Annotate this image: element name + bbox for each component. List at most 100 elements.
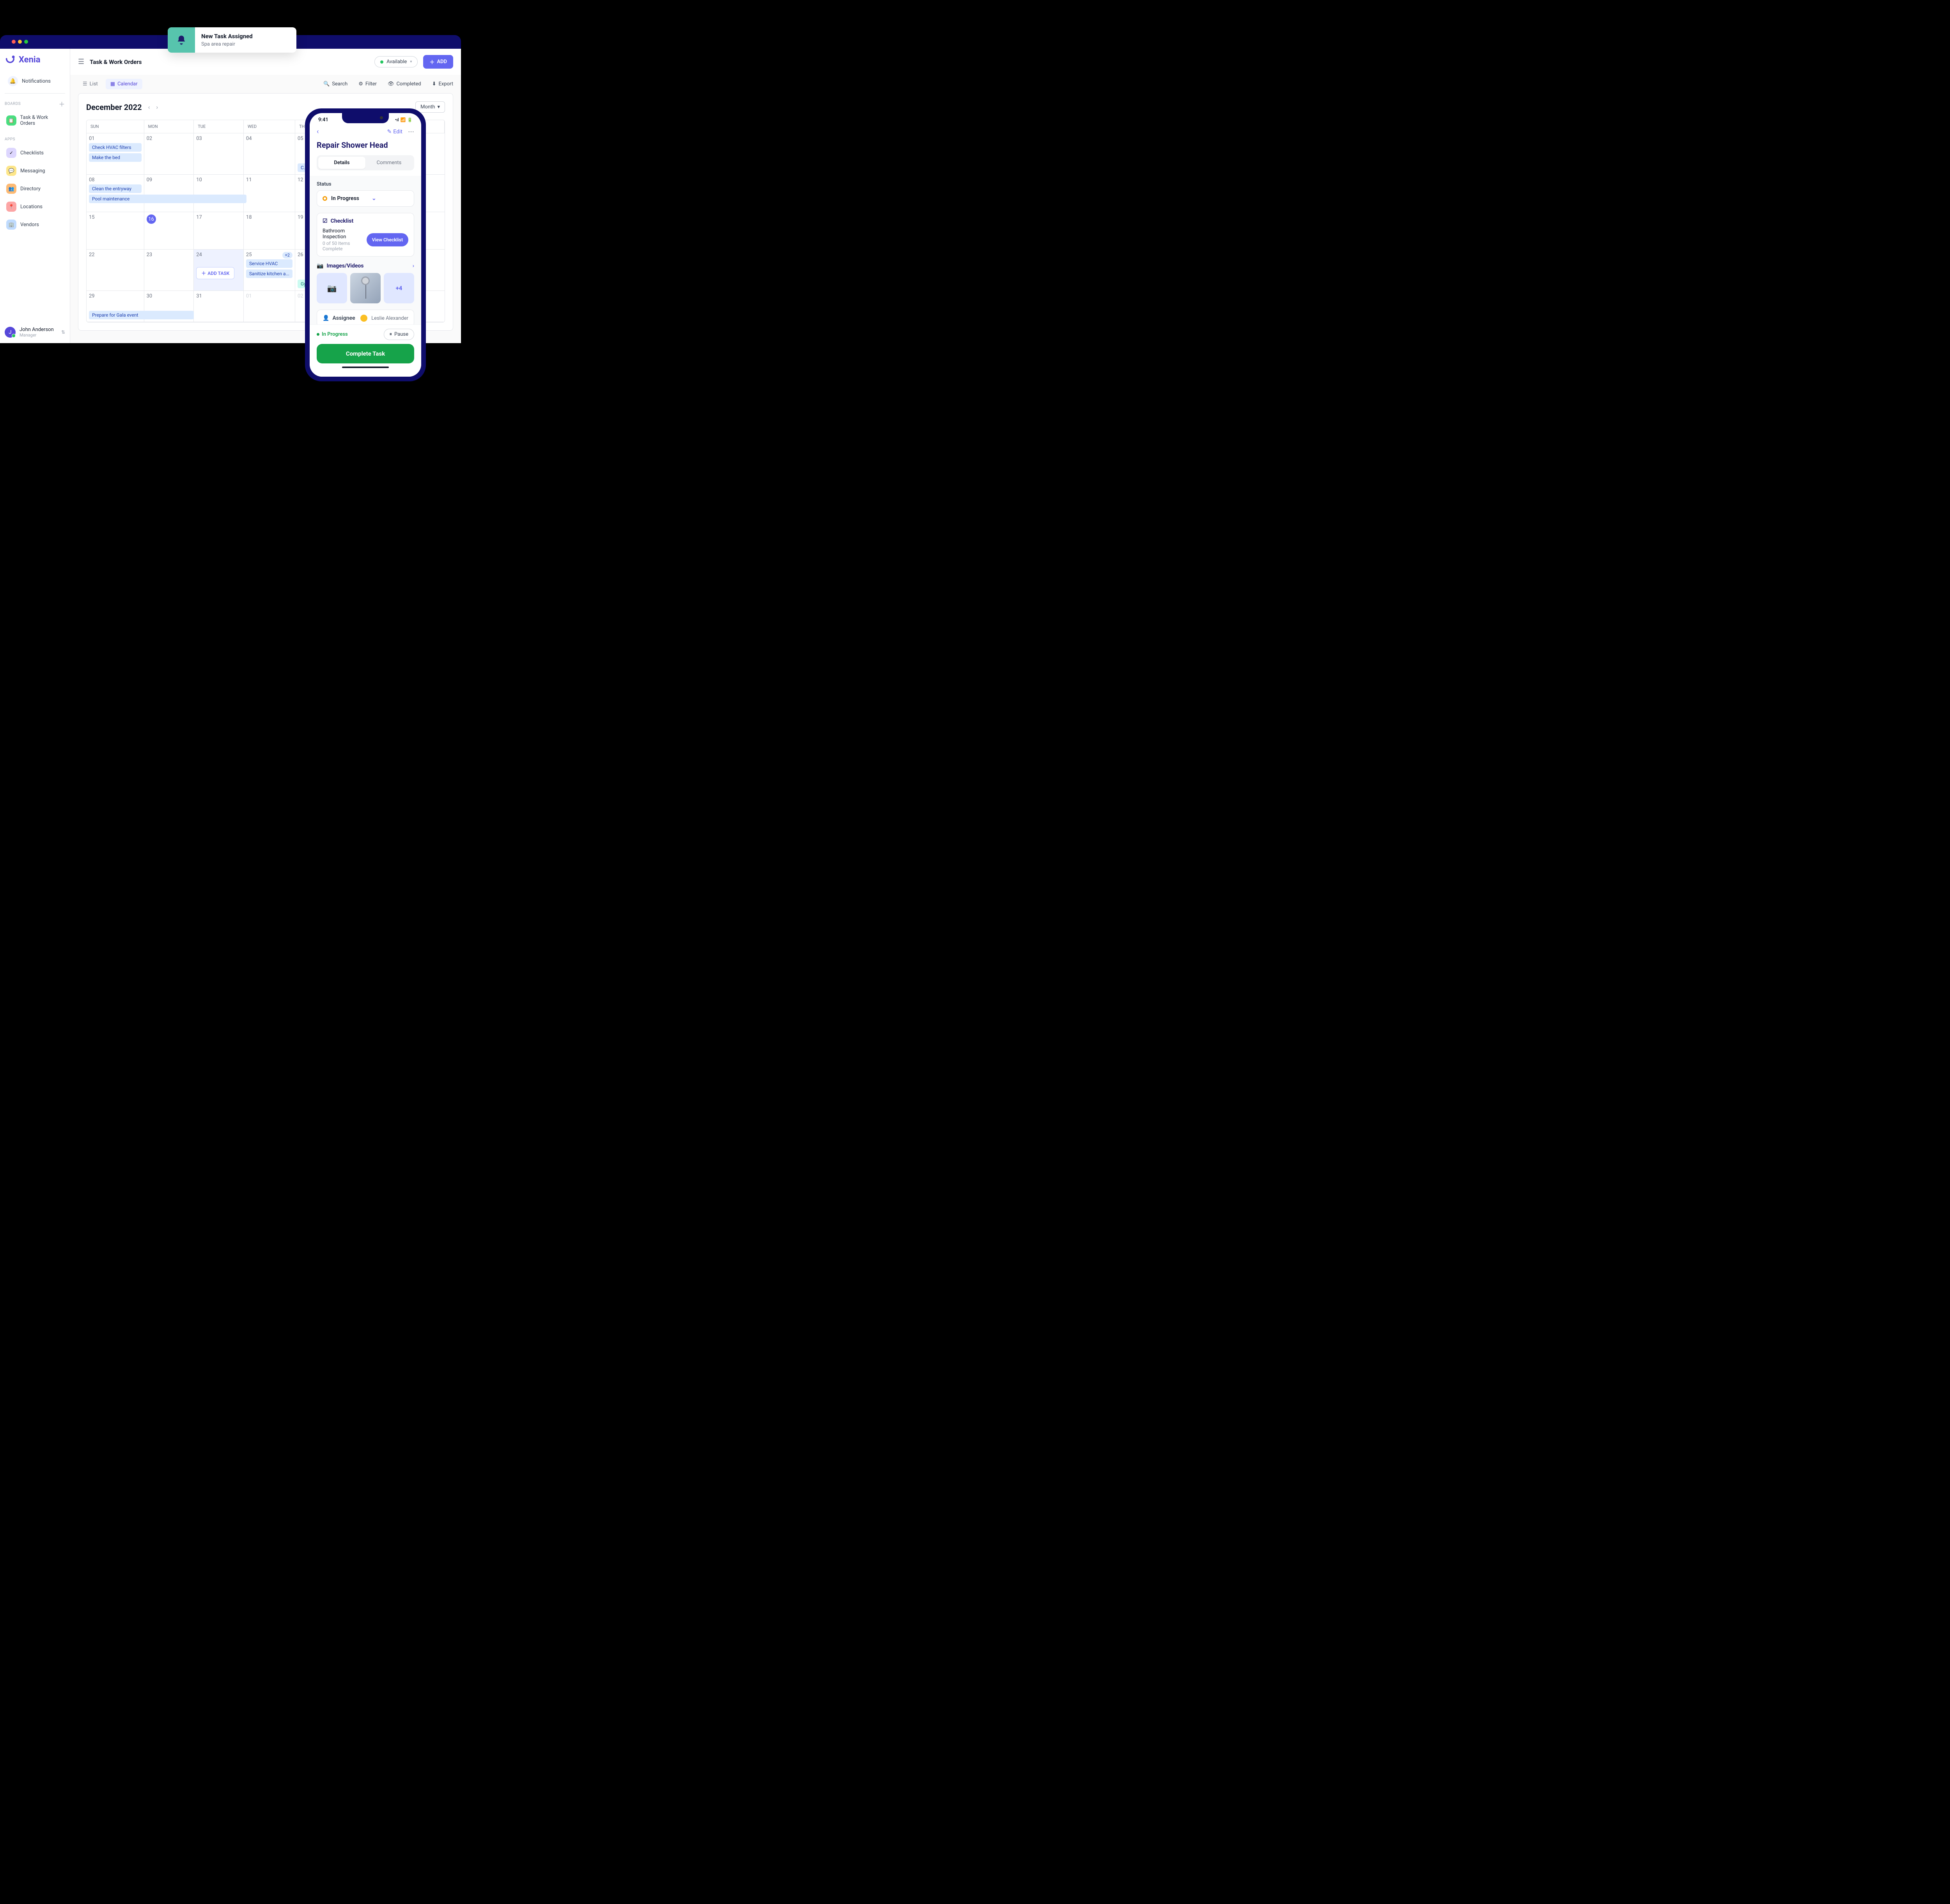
calendar-prev-button[interactable]: ‹: [148, 103, 150, 111]
status-ring-icon: [323, 196, 327, 201]
calendar-next-button[interactable]: ›: [156, 103, 158, 111]
back-button[interactable]: ‹: [317, 128, 319, 136]
add-button[interactable]: ＋ ADD: [423, 55, 453, 69]
add-board-button[interactable]: ＋: [58, 99, 65, 108]
calendar-event[interactable]: Check HVAC filters: [89, 143, 142, 152]
calendar-cell[interactable]: 16: [144, 212, 194, 250]
calendar-cell[interactable]: 03: [194, 133, 244, 175]
calendar-cell[interactable]: 10: [194, 175, 244, 212]
calendar-event[interactable]: Make the bed: [89, 153, 142, 162]
location-icon: 📍: [6, 202, 16, 212]
camera-plus-icon: 📷: [327, 283, 337, 293]
calendar-cell[interactable]: 18: [244, 212, 295, 250]
message-icon: 💬: [6, 166, 16, 176]
media-thumbnail[interactable]: [350, 273, 381, 303]
chevron-updown-icon: ⇅: [61, 329, 65, 335]
pencil-icon: ✎: [387, 129, 392, 135]
menu-toggle-icon[interactable]: ☰: [78, 58, 84, 66]
calendar-cell[interactable]: 01 Check HVAC filters Make the bed: [87, 133, 144, 175]
pause-button[interactable]: ⏸Pause: [384, 329, 414, 340]
calendar-cell[interactable]: 15: [87, 212, 144, 250]
sidebar-item-messaging[interactable]: 💬 Messaging: [5, 163, 65, 178]
checklist-section-label: Checklist: [331, 218, 354, 224]
edit-button[interactable]: ✎Edit: [387, 129, 402, 135]
sidebar-item-task-work-orders[interactable]: 📋 Task & Work Orders: [5, 112, 65, 129]
tab-comments[interactable]: Comments: [365, 157, 413, 169]
view-calendar-button[interactable]: ▦ Calendar: [106, 79, 142, 89]
calendar-cell[interactable]: 25 +2 Service HVAC Sanitize kitchen a...: [244, 250, 295, 291]
calendar-cell[interactable]: 17: [194, 212, 244, 250]
status-label: Status: [317, 181, 414, 187]
person-icon: 👤: [323, 315, 329, 321]
user-profile[interactable]: J John Anderson Manager ⇅: [5, 327, 65, 338]
more-icon[interactable]: ⋯: [408, 128, 414, 135]
sidebar-item-locations[interactable]: 📍 Locations: [5, 199, 65, 214]
calendar-cell[interactable]: 24 ＋ ADD TASK: [194, 250, 244, 291]
calendar-cell[interactable]: 29 Prepare for Gala event: [87, 291, 144, 322]
calendar-cell[interactable]: 04: [244, 133, 295, 175]
toast-subtitle: Spa area repair: [201, 41, 253, 47]
media-more-button[interactable]: +4: [384, 273, 414, 303]
calendar-cell[interactable]: 01: [244, 291, 295, 322]
user-name: John Anderson: [20, 327, 54, 333]
toast-title: New Task Assigned: [201, 33, 253, 40]
tab-details[interactable]: Details: [318, 157, 365, 169]
home-indicator[interactable]: [342, 367, 389, 368]
add-media-button[interactable]: 📷: [317, 273, 347, 303]
sidebar-item-vendors[interactable]: 🏢 Vendors: [5, 217, 65, 232]
bell-icon: 🔔: [8, 76, 18, 86]
calendar-event[interactable]: Prepare for Gala event: [89, 311, 194, 319]
calendar-event[interactable]: Pool maintenance: [89, 195, 246, 203]
sidebar-notifications[interactable]: 🔔 Notifications: [5, 73, 65, 89]
pause-icon: ⏸: [390, 331, 392, 337]
assignee-label: Assignee: [332, 315, 355, 321]
export-button[interactable]: ⬇Export: [432, 81, 453, 87]
availability-dropdown[interactable]: Available ▾: [374, 56, 418, 67]
filter-button[interactable]: ⚙Filter: [358, 81, 377, 87]
calendar-cell[interactable]: 31: [194, 291, 244, 322]
checklist-icon: ☑: [323, 218, 328, 224]
calendar-cell[interactable]: 22: [87, 250, 144, 291]
more-events-badge[interactable]: +2: [282, 252, 292, 259]
calendar-event[interactable]: Service HVAC: [246, 259, 292, 268]
apps-label: APPS: [5, 137, 65, 142]
footer-status-label: In Progress: [317, 331, 348, 337]
calendar-cell[interactable]: 02: [144, 133, 194, 175]
checklist-name: Bathroom Inspection: [323, 228, 363, 240]
calendar-event[interactable]: Sanitize kitchen a...: [246, 269, 292, 278]
view-list-button[interactable]: ☰ List: [78, 79, 103, 89]
notification-toast[interactable]: New Task Assigned Spa area repair: [168, 27, 296, 53]
calendar-view-dropdown[interactable]: Month ▾: [415, 101, 445, 113]
complete-task-button[interactable]: Complete Task: [317, 344, 414, 363]
filter-icon: ⚙: [358, 81, 363, 87]
list-icon: ☰: [83, 81, 87, 87]
app-logo: Xenia: [5, 54, 65, 65]
camera-icon: 📷: [317, 263, 323, 269]
sidebar-item-directory[interactable]: 👥 Directory: [5, 181, 65, 196]
calendar-icon: ▦: [110, 81, 115, 87]
calendar-cell[interactable]: 08 Clean the entryway Pool maintenance: [87, 175, 144, 212]
clipboard-icon: 📋: [6, 115, 16, 126]
sidebar-item-checklists[interactable]: ✓ Checklists: [5, 145, 65, 160]
eye-icon: 👁: [388, 81, 394, 87]
sidebar-notifications-label: Notifications: [22, 78, 51, 84]
day-header: SUN: [87, 120, 144, 133]
calendar-event[interactable]: Clean the entryway: [89, 184, 142, 193]
calendar-cell[interactable]: 11: [244, 175, 295, 212]
checklist-progress: 0 of 50 Items Complete: [323, 241, 363, 252]
status-dropdown[interactable]: In Progress ⌄: [317, 190, 414, 207]
calendar-cell[interactable]: 23: [144, 250, 194, 291]
chevron-down-icon: ⌄: [372, 195, 408, 202]
add-task-button[interactable]: ＋ ADD TASK: [196, 267, 234, 279]
phone-status-icons: •ıl📶🔋: [395, 117, 413, 123]
completed-button[interactable]: 👁Completed: [388, 81, 421, 87]
calendar-cell[interactable]: 09: [144, 175, 194, 212]
day-header: MON: [144, 120, 194, 133]
images-label: Images/Videos: [326, 263, 363, 269]
page-title: Task & Work Orders: [90, 58, 142, 66]
search-icon: 🔍: [323, 81, 330, 87]
search-button[interactable]: 🔍Search: [323, 81, 347, 87]
view-checklist-button[interactable]: View Checklist: [367, 233, 408, 246]
chevron-right-icon[interactable]: ›: [413, 263, 414, 269]
boards-label: BOARDS ＋: [5, 99, 65, 108]
